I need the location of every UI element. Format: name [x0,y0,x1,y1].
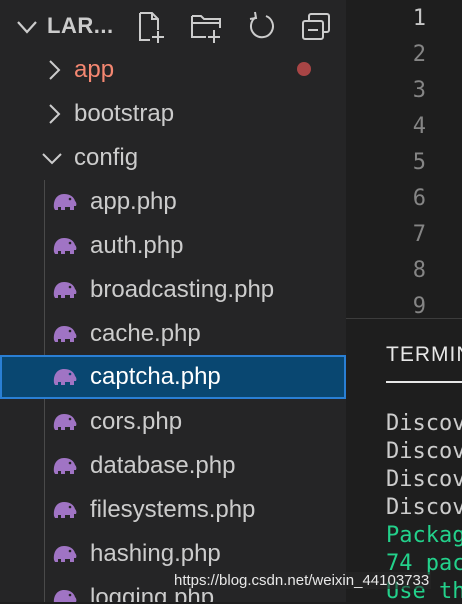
file-captcha-php[interactable]: captcha.php [0,355,346,399]
new-file-icon[interactable] [134,10,168,44]
new-folder-icon[interactable] [189,10,223,44]
folder-config[interactable]: config [0,136,346,180]
terminal-line: Discov [386,411,462,436]
tab-terminal[interactable]: TERMIN [386,343,462,367]
file-database-php[interactable]: database.php [0,444,346,488]
folder-bootstrap[interactable]: bootstrap [0,92,346,136]
chevron-down-icon [39,145,65,171]
file-label: broadcasting.php [90,276,275,303]
line-number: 4 [412,114,426,139]
php-elephant-icon [52,323,78,345]
terminal-line: Packag [386,523,462,548]
line-number: 8 [412,258,426,283]
collapse-all-icon[interactable] [299,10,333,44]
line-number: 2 [412,42,426,67]
explorer-sidebar: LAR... app bootstrap config app.php auth… [0,0,346,602]
terminal-panel[interactable]: TERMIN Discov Discov Discov Discov Packa… [346,318,462,604]
php-elephant-icon [52,279,78,301]
terminal-line: Discov [386,467,462,492]
file-hashing-php[interactable]: hashing.php [0,532,346,576]
line-number: 3 [412,78,426,103]
file-label: database.php [90,452,236,479]
terminal-line: Discov [386,439,462,464]
file-label: hashing.php [90,540,221,567]
file-label: app.php [90,188,177,215]
editor-gutter[interactable]: 1 2 3 4 5 6 7 8 9 [346,0,462,319]
php-elephant-icon [52,411,78,433]
chevron-right-icon [41,57,67,83]
chevron-down-icon[interactable] [14,14,40,40]
folder-label: bootstrap [74,100,175,127]
line-number: 6 [412,186,426,211]
file-label: auth.php [90,232,184,259]
workspace-title[interactable]: LAR... [47,13,114,39]
php-elephant-icon [52,543,78,565]
active-tab-indicator [386,381,462,383]
php-elephant-icon [52,366,78,388]
line-number: 1 [412,6,426,31]
folder-label: app [74,56,115,83]
file-label: captcha.php [90,363,221,390]
watermark-text: https://blog.csdn.net/weixin_44103733 [172,572,432,589]
file-label: filesystems.php [90,496,256,523]
file-cors-php[interactable]: cors.php [0,400,346,444]
line-number: 5 [412,150,426,175]
line-number: 9 [412,294,426,319]
line-number: 7 [412,222,426,247]
file-label: cors.php [90,408,183,435]
php-elephant-icon [52,235,78,257]
refresh-icon[interactable] [245,10,279,44]
folder-label: config [74,144,139,171]
file-broadcasting-php[interactable]: broadcasting.php [0,268,346,312]
file-cache-php[interactable]: cache.php [0,312,346,356]
php-elephant-icon [52,455,78,477]
folder-app[interactable]: app [0,48,346,92]
modified-indicator [297,62,311,76]
explorer-header: LAR... [0,0,346,52]
php-elephant-icon [52,587,78,602]
terminal-line: Discov [386,495,462,520]
php-elephant-icon [52,191,78,213]
chevron-right-icon [41,101,67,127]
file-app-php[interactable]: app.php [0,180,346,224]
php-elephant-icon [52,499,78,521]
file-filesystems-php[interactable]: filesystems.php [0,488,346,532]
file-auth-php[interactable]: auth.php [0,224,346,268]
file-label: cache.php [90,320,201,347]
